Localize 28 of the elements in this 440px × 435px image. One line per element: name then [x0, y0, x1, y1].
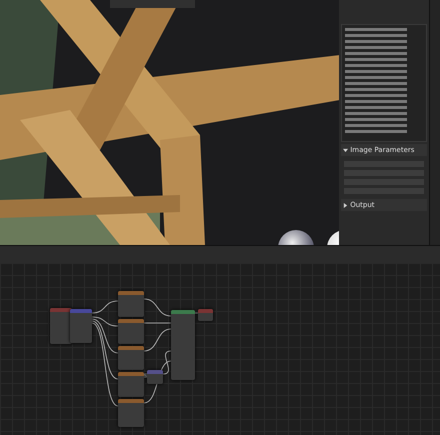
shader-node[interactable]: [198, 309, 213, 321]
shader-node[interactable]: [118, 399, 144, 427]
shader-node[interactable]: [118, 346, 144, 370]
list-row[interactable]: [345, 34, 408, 37]
shader-node[interactable]: [147, 370, 163, 384]
collapse-caret-icon: [343, 148, 348, 152]
item-list[interactable]: [341, 24, 428, 142]
node-link: [144, 322, 172, 324]
list-row[interactable]: [345, 130, 408, 133]
list-row[interactable]: [345, 118, 408, 121]
list-row[interactable]: [345, 124, 408, 127]
shader-node[interactable]: [118, 372, 144, 397]
shader-node[interactable]: [50, 308, 72, 344]
node-link: [92, 300, 118, 314]
expand-caret-icon: [343, 202, 348, 208]
list-row[interactable]: [345, 40, 408, 43]
node-link: [192, 312, 200, 314]
shader-node[interactable]: [118, 291, 144, 317]
list-row[interactable]: [345, 46, 408, 49]
list-row[interactable]: [345, 112, 408, 115]
node-link: [144, 298, 172, 316]
shader-node[interactable]: [118, 319, 144, 344]
list-row[interactable]: [345, 28, 408, 31]
shader-node[interactable]: [70, 309, 92, 343]
node-editor-canvas[interactable]: [0, 263, 440, 435]
list-row[interactable]: [345, 106, 408, 109]
shader-node[interactable]: [171, 310, 195, 380]
list-row[interactable]: [345, 52, 408, 55]
